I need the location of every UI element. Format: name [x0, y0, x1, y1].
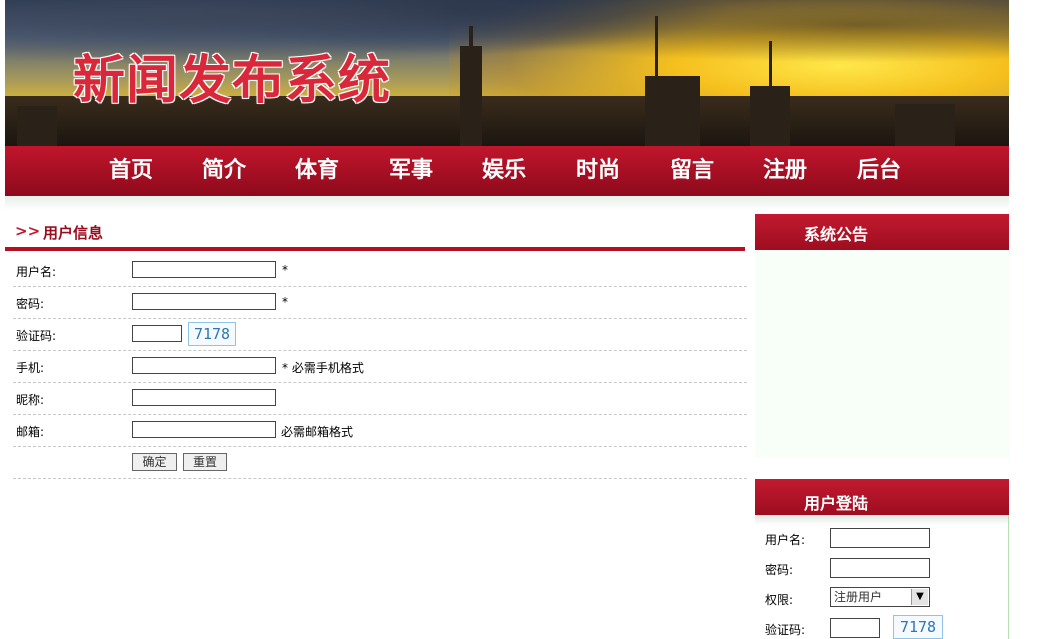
required-mark: * — [282, 295, 288, 309]
required-mark: * — [282, 263, 288, 277]
notice-body — [755, 250, 1009, 458]
phone-format-note: * 必需手机格式 — [282, 361, 364, 375]
username-input[interactable] — [132, 261, 276, 278]
nickname-input[interactable] — [132, 389, 276, 406]
captcha-input[interactable] — [132, 325, 182, 342]
form-row-actions: 确定 重置 — [13, 447, 747, 479]
login-username-label: 用户名: — [765, 533, 806, 547]
form-row-email: 邮箱: 必需邮箱格式 — [13, 415, 747, 447]
main-nav: 首页 简介 体育 军事 娱乐 时尚 留言 注册 后台 — [5, 146, 1009, 196]
email-format-note: 必需邮箱格式 — [281, 425, 354, 439]
chevron-down-icon[interactable]: ▼ — [911, 589, 928, 605]
login-password-input[interactable] — [830, 558, 930, 578]
password-input[interactable] — [132, 293, 276, 310]
banner-building-2 — [469, 26, 473, 46]
password-label: 密码: — [16, 297, 45, 311]
phone-input[interactable] — [132, 357, 276, 374]
login-role-select[interactable]: 注册用户 ▼ — [830, 587, 930, 607]
username-label: 用户名: — [16, 265, 57, 279]
banner-building-8 — [17, 106, 57, 146]
nav-item-entertainment[interactable]: 娱乐 — [482, 146, 526, 196]
header-banner: 新闻发布系统 — [5, 0, 1009, 146]
form-row-captcha: 验证码: 7178 — [13, 319, 747, 351]
login-captcha-image[interactable]: 7178 — [893, 615, 943, 639]
nav-item-fashion[interactable]: 时尚 — [576, 146, 620, 196]
submit-button[interactable]: 确定 — [132, 453, 177, 471]
form-row-password: 密码: * — [13, 287, 747, 319]
login-captcha-input[interactable] — [830, 618, 880, 638]
panel-divider — [5, 247, 745, 251]
email-input[interactable] — [132, 421, 276, 438]
nav-item-register[interactable]: 注册 — [763, 146, 807, 196]
banner-building-7 — [895, 104, 955, 146]
nav-shadow — [5, 196, 1009, 210]
nav-item-home[interactable]: 首页 — [109, 146, 153, 196]
banner-building-3 — [645, 76, 700, 146]
login-password-label: 密码: — [765, 563, 794, 577]
register-panel-header: >> 用户信息 — [5, 216, 745, 246]
captcha-label: 验证码: — [16, 329, 57, 343]
nickname-label: 昵称: — [16, 393, 45, 407]
login-header-shadow — [755, 515, 1009, 525]
login-captcha-label: 验证码: — [765, 623, 806, 637]
double-chevron-icon: >> — [15, 222, 41, 240]
captcha-image[interactable]: 7178 — [188, 322, 236, 346]
nav-item-messages[interactable]: 留言 — [670, 146, 714, 196]
site-title: 新闻发布系统 — [73, 50, 392, 111]
reset-button[interactable]: 重置 — [183, 453, 227, 471]
nav-item-admin[interactable]: 后台 — [857, 146, 901, 196]
form-row-username: 用户名: * — [13, 255, 747, 287]
login-header: 用户登陆 — [755, 479, 1009, 515]
email-label: 邮箱: — [16, 425, 45, 439]
nav-item-military[interactable]: 军事 — [389, 146, 433, 196]
form-row-nickname: 昵称: — [13, 383, 747, 415]
notice-title: 系统公告 — [804, 225, 869, 244]
banner-building-4 — [655, 16, 658, 76]
notice-header: 系统公告 — [755, 214, 1009, 250]
banner-building-1 — [460, 46, 482, 146]
banner-building-5 — [750, 86, 790, 146]
form-row-phone: 手机: * 必需手机格式 — [13, 351, 747, 383]
login-username-input[interactable] — [830, 528, 930, 548]
phone-label: 手机: — [16, 361, 45, 375]
banner-building-6 — [769, 41, 772, 86]
sidebar-border — [1008, 515, 1009, 639]
login-role-label: 权限: — [765, 593, 794, 607]
nav-item-intro[interactable]: 简介 — [202, 146, 246, 196]
login-title: 用户登陆 — [804, 494, 869, 513]
nav-item-sports[interactable]: 体育 — [295, 146, 339, 196]
login-role-selected: 注册用户 — [834, 590, 883, 604]
register-panel-title: 用户信息 — [43, 224, 104, 242]
